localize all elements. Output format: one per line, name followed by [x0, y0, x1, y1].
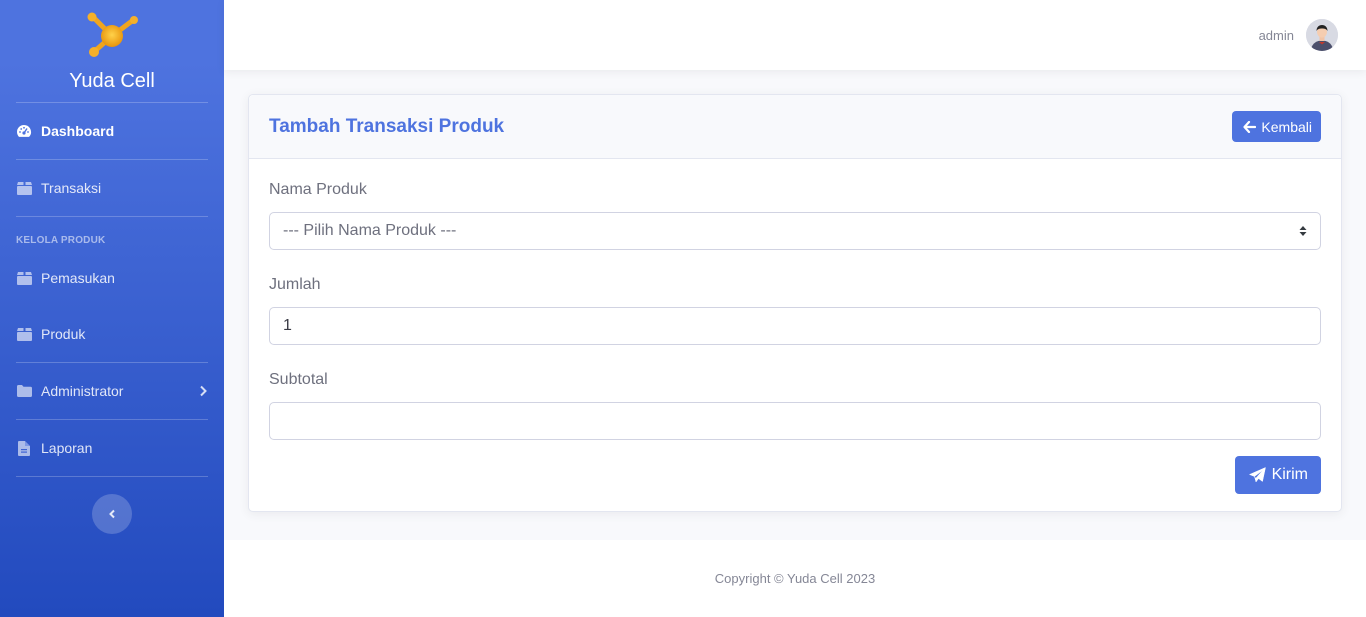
topbar: admin — [224, 0, 1366, 70]
box-icon — [16, 271, 32, 285]
sidebar-item-laporan[interactable]: Laporan — [0, 420, 224, 476]
add-transaction-card: Tambah Transaksi Produk Kembali Nama Pro… — [248, 94, 1342, 512]
chevron-right-icon — [200, 385, 207, 397]
user-name[interactable]: admin — [1259, 28, 1294, 43]
file-icon — [16, 440, 32, 456]
sidebar: Yuda Cell Dashboard Transaksi KELOLA PRO… — [0, 0, 224, 617]
arrow-left-icon — [1243, 120, 1257, 133]
chevron-left-icon — [109, 509, 115, 519]
sidebar-item-label: Produk — [41, 326, 86, 342]
sidebar-item-transaksi[interactable]: Transaksi — [0, 160, 224, 216]
card-body: Nama Produk --- Pilih Nama Produk --- Ju… — [249, 159, 1341, 514]
card-header: Tambah Transaksi Produk Kembali — [249, 95, 1341, 159]
produk-label: Nama Produk — [269, 181, 367, 198]
subtotal-input[interactable] — [269, 402, 1321, 440]
page-title: Tambah Transaksi Produk — [269, 115, 505, 137]
user-avatar-icon — [1306, 19, 1338, 51]
sidebar-item-administrator[interactable]: Administrator — [0, 363, 224, 419]
submit-row: Kirim — [269, 456, 1321, 494]
box-icon — [16, 181, 32, 195]
submit-button-label: Kirim — [1271, 466, 1308, 483]
submit-button[interactable]: Kirim — [1234, 456, 1321, 494]
folder-icon — [16, 384, 32, 398]
sidebar-item-label: Administrator — [41, 383, 124, 399]
sidebar-item-label: Laporan — [41, 440, 93, 456]
select-arrows-icon — [1299, 226, 1307, 236]
jumlah-label: Jumlah — [269, 276, 321, 293]
jumlah-input-value: 1 — [283, 317, 292, 334]
sidebar-item-produk[interactable]: Produk — [0, 306, 224, 362]
sidebar-item-dashboard[interactable]: Dashboard — [0, 103, 224, 159]
sidebar-divider — [16, 476, 208, 477]
sidebar-item-label: Pemasukan — [41, 270, 115, 286]
sidebar-toggle-button[interactable] — [92, 494, 132, 534]
sidebar-item-pemasukan[interactable]: Pemasukan — [0, 250, 224, 306]
subtotal-label: Subtotal — [269, 371, 328, 388]
produk-select-value: --- Pilih Nama Produk --- — [283, 222, 457, 239]
copyright-text: Copyright © Yuda Cell 2023 — [714, 571, 876, 586]
box-icon — [16, 327, 32, 341]
footer: Copyright © Yuda Cell 2023 — [224, 540, 1366, 617]
molecule-logo — [87, 12, 138, 57]
sidebar-heading: KELOLA PRODUK — [16, 235, 106, 246]
sidebar-item-label: Dashboard — [41, 123, 115, 139]
jumlah-input[interactable]: 1 — [269, 307, 1321, 345]
back-button[interactable]: Kembali — [1232, 111, 1321, 142]
paper-plane-icon — [1248, 467, 1266, 483]
avatar[interactable] — [1306, 19, 1338, 51]
produk-select[interactable]: --- Pilih Nama Produk --- — [269, 212, 1321, 250]
sidebar-toggle-wrap — [0, 494, 224, 534]
sidebar-item-label: Transaksi — [41, 180, 102, 196]
brand-name: Yuda Cell — [69, 70, 155, 92]
sidebar-brand[interactable]: Yuda Cell — [0, 0, 224, 102]
back-button-label: Kembali — [1261, 118, 1312, 135]
tachometer-icon — [16, 124, 32, 138]
